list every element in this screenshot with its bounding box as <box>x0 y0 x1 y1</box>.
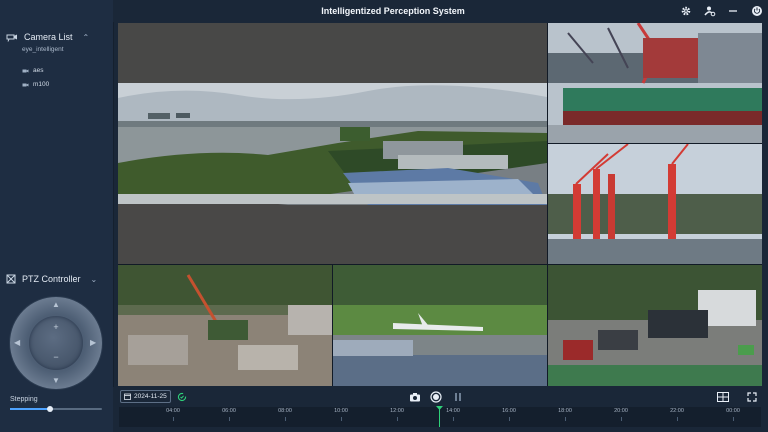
calendar-icon <box>124 393 131 400</box>
camera-item-label: aes <box>33 67 44 74</box>
zoom-control[interactable]: + − <box>29 316 83 370</box>
shipyard-feed <box>548 23 762 143</box>
timeline-tick <box>621 417 622 421</box>
title-bar: Intelligentized Perception System <box>113 0 768 22</box>
pause-icon[interactable] <box>451 390 465 404</box>
airfield-feed <box>333 265 547 386</box>
timeline-tick <box>341 417 342 421</box>
timeline-tick-label: 04:00 <box>166 408 180 414</box>
playback-bar: 2024-11-25 04:00 06:00 08:00 10:00 12:00 14:0… <box>113 387 768 432</box>
timeline-tick-label: 14:00 <box>446 408 460 414</box>
date-picker[interactable]: 2024-11-25 <box>120 390 171 403</box>
chevron-up-icon[interactable]: ⌃ <box>83 33 90 42</box>
date-value: 2024-11-25 <box>134 393 167 400</box>
video-tile-parking[interactable] <box>548 265 762 386</box>
zoom-in-button[interactable]: + <box>29 322 83 332</box>
chevron-down-icon[interactable]: ⌄ <box>91 275 98 284</box>
construction-feed <box>118 265 332 386</box>
slider-fill <box>10 408 50 410</box>
timeline-tick <box>229 417 230 421</box>
parking-feed <box>548 265 762 386</box>
sidebar: Camera List ⌃ eye_intelligent aes m100 P… <box>0 0 114 432</box>
zoom-out-button[interactable]: − <box>29 352 83 362</box>
pan-up-icon[interactable]: ▲ <box>52 300 60 309</box>
timeline-tick-label: 06:00 <box>222 408 236 414</box>
power-icon[interactable] <box>750 4 764 18</box>
sync-icon[interactable] <box>175 390 189 404</box>
video-tile-airfield[interactable] <box>333 265 547 386</box>
timeline-tick <box>677 417 678 421</box>
cranes-feed <box>548 144 762 264</box>
timeline-tick <box>173 417 174 421</box>
slider-handle[interactable] <box>46 406 53 412</box>
timeline-tick <box>733 417 734 421</box>
video-tile-shipyard[interactable] <box>548 23 762 143</box>
settings-icon[interactable] <box>679 4 693 18</box>
ptz-icon <box>6 274 16 284</box>
timeline-tick-label: 00:00 <box>726 408 740 414</box>
harbor-panorama-feed <box>118 23 547 264</box>
ptz-controller-header[interactable]: PTZ Controller ⌄ <box>6 274 97 284</box>
camera-group-label[interactable]: eye_intelligent <box>22 46 64 53</box>
grid-layout-icon[interactable] <box>716 390 730 404</box>
stepping-slider[interactable] <box>10 406 102 412</box>
timeline-tick-label: 16:00 <box>502 408 516 414</box>
timeline-tick-label: 12:00 <box>390 408 404 414</box>
app-title: Intelligentized Perception System <box>321 6 465 16</box>
user-settings-icon[interactable] <box>703 4 717 18</box>
fullscreen-icon[interactable] <box>745 390 759 404</box>
camera-item-aes[interactable]: aes <box>22 67 43 74</box>
timeline-tick <box>565 417 566 421</box>
video-tile-construction[interactable] <box>118 265 332 386</box>
stepping-label: Stepping <box>10 396 38 403</box>
video-tile-cranes[interactable] <box>548 144 762 264</box>
timeline-tick-label: 22:00 <box>670 408 684 414</box>
pan-down-icon[interactable]: ▼ <box>52 376 60 385</box>
playhead[interactable] <box>439 407 440 427</box>
timeline-tick <box>509 417 510 421</box>
snapshot-icon[interactable] <box>408 390 422 404</box>
timeline-tick-label: 18:00 <box>558 408 572 414</box>
timeline-tick <box>453 417 454 421</box>
playback-timeline[interactable]: 04:00 06:00 08:00 10:00 12:00 14:00 16:00 18:00… <box>119 406 761 427</box>
camera-icon <box>22 69 29 72</box>
minimize-icon[interactable] <box>726 4 740 18</box>
camera-list-icon <box>6 34 17 42</box>
camera-list-label: Camera List <box>24 32 73 42</box>
pan-left-icon[interactable]: ◀ <box>14 338 20 347</box>
camera-item-label: m100 <box>33 81 50 88</box>
camera-icon <box>22 83 29 86</box>
timeline-tick-label: 10:00 <box>334 408 348 414</box>
video-grid <box>118 23 762 386</box>
record-icon[interactable] <box>429 390 443 404</box>
camera-list-header[interactable]: Camera List ⌃ <box>6 32 89 42</box>
ptz-controller-label: PTZ Controller <box>22 274 81 284</box>
ptz-joystick[interactable]: ▲ ▼ ◀ ▶ + − <box>10 297 102 389</box>
timeline-tick-label: 08:00 <box>278 408 292 414</box>
timeline-tick <box>285 417 286 421</box>
playhead-marker[interactable] <box>436 406 443 410</box>
video-tile-main[interactable] <box>118 23 547 264</box>
timeline-tick-label: 20:00 <box>614 408 628 414</box>
timeline-tick <box>397 417 398 421</box>
camera-item-m100[interactable]: m100 <box>22 81 49 88</box>
pan-right-icon[interactable]: ▶ <box>90 338 96 347</box>
